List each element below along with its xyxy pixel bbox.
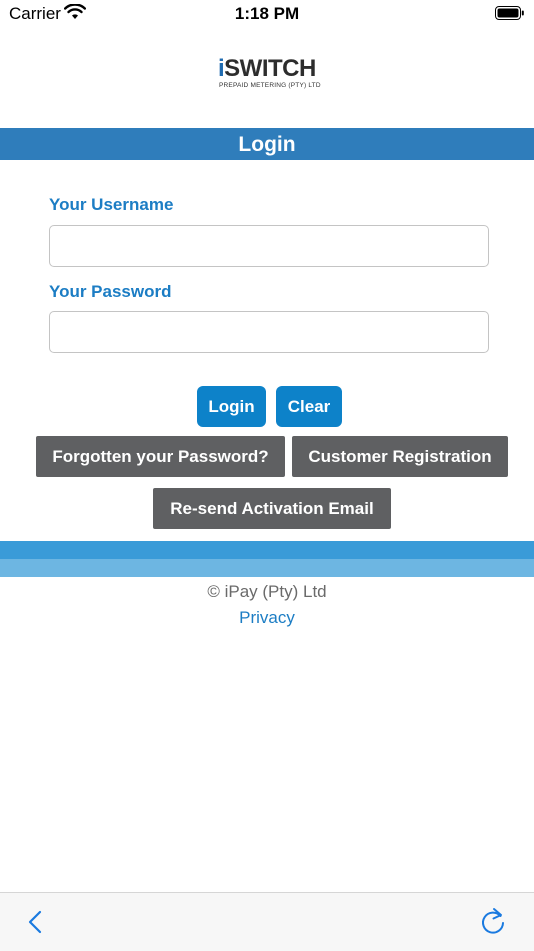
clear-button[interactable]: Clear — [276, 386, 342, 427]
battery-icon — [495, 6, 525, 26]
username-input[interactable] — [49, 225, 489, 267]
logo-letters: SWITCH — [224, 55, 316, 82]
forgot-password-button[interactable]: Forgotten your Password? — [36, 436, 285, 477]
logo-tagline: PREPAID METERING (PTY) LTD — [219, 82, 321, 89]
page-title: Login — [238, 133, 296, 156]
iswitch-logo: iSWITCH PREPAID METERING (PTY) LTD — [218, 54, 321, 94]
logo-wordmark: iSWITCH — [218, 54, 316, 84]
customer-registration-button[interactable]: Customer Registration — [292, 436, 508, 477]
resend-activation-button[interactable]: Re-send Activation Email — [153, 488, 391, 529]
browser-toolbar — [0, 892, 534, 951]
footer-band-light — [0, 559, 534, 577]
chevron-left-icon[interactable] — [22, 907, 52, 937]
login-button[interactable]: Login — [197, 386, 266, 427]
footer-band-dark — [0, 541, 534, 559]
password-label: Your Password — [49, 282, 172, 301]
username-label: Your Username — [49, 195, 174, 214]
clock: 1:18 PM — [234, 4, 300, 23]
password-input[interactable] — [49, 311, 489, 353]
status-bar: Carrier 1:18 PM — [0, 0, 534, 30]
page-header: Login — [0, 128, 534, 160]
reload-icon[interactable] — [478, 905, 508, 937]
copyright-text: © iPay (Pty) Ltd — [207, 582, 327, 601]
privacy-link[interactable]: Privacy — [0, 608, 534, 628]
